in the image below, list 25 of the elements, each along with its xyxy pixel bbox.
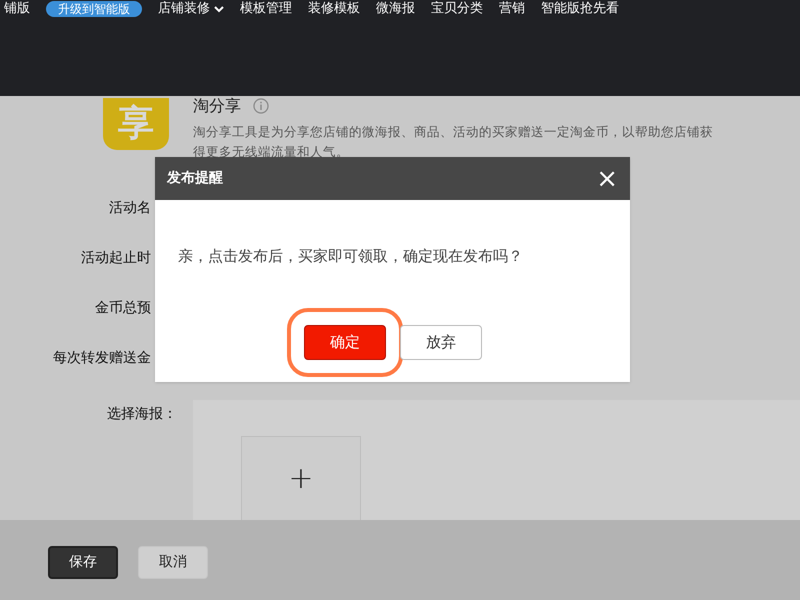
nav-link[interactable]: 铺版 (4, 0, 30, 19)
nav-link[interactable]: 模板管理 (240, 0, 292, 19)
dialog-message: 亲，点击发布后，买家即可领取，确定现在发布吗？ (177, 246, 524, 267)
field-label: 金币总预 (95, 299, 151, 318)
dialog-title: 发布提醒 (167, 169, 223, 188)
field-label: 活动起止时 (81, 249, 151, 268)
app-logo-icon: 享 (103, 98, 169, 150)
info-icon[interactable] (253, 98, 269, 114)
nav-link[interactable]: 装修模板 (308, 0, 360, 19)
close-button[interactable]: × (596, 166, 618, 192)
cancel-button[interactable]: 取消 (138, 546, 208, 578)
field-label: 选择海报： (107, 405, 177, 424)
save-button[interactable]: 保存 (48, 546, 118, 578)
field-label: 活动名 (109, 199, 151, 218)
caret-icon (214, 5, 224, 13)
nav-link[interactable]: 智能版抢先看 (541, 0, 619, 19)
nav-link[interactable]: 店铺装修 (158, 0, 210, 19)
nav-link[interactable]: 微海报 (376, 0, 415, 19)
nav-link[interactable]: 营销 (499, 0, 525, 19)
nav-link[interactable]: 宝贝分类 (431, 0, 483, 19)
confirm-button[interactable]: 确定 (304, 325, 386, 360)
app-title: 淘分享 (193, 96, 241, 117)
add-poster-button[interactable]: + (241, 436, 361, 520)
field-label: 每次转发赠送金 (53, 349, 151, 368)
discard-button[interactable]: 放弃 (400, 325, 482, 360)
